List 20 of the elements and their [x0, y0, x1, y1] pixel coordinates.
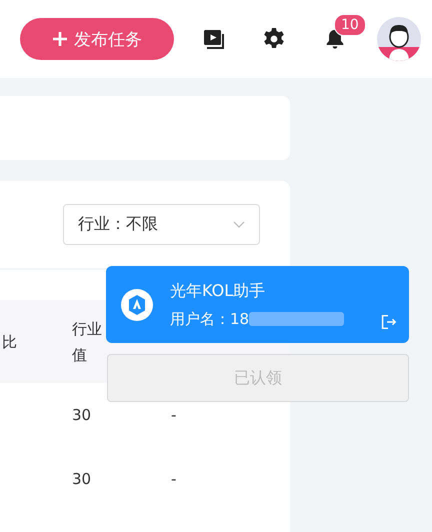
column-header: 比	[2, 332, 17, 352]
bell-icon[interactable]	[324, 28, 346, 50]
chevron-down-icon	[233, 220, 245, 228]
avatar-icon[interactable]	[377, 17, 421, 61]
video-icon[interactable]	[202, 27, 226, 51]
table-cell-text: 30	[72, 406, 92, 424]
username-label: 用户名：18	[170, 310, 250, 328]
publish-task-button[interactable]: 发布任务	[20, 18, 174, 60]
column-header: 值	[72, 344, 87, 366]
table-cell-text: 30	[72, 470, 92, 488]
logout-icon[interactable]	[379, 313, 397, 331]
logo-icon	[121, 288, 153, 320]
app-title: 光年KOL助手	[170, 280, 266, 302]
column-header: 行业	[72, 318, 102, 340]
table-cell: -	[171, 470, 176, 488]
plus-icon	[52, 31, 68, 47]
notification-badge: 10	[334, 14, 366, 36]
industry-dropdown[interactable]: 行业：不限	[63, 204, 260, 245]
table-cell: -	[171, 406, 176, 424]
settings-icon[interactable]	[262, 27, 286, 51]
